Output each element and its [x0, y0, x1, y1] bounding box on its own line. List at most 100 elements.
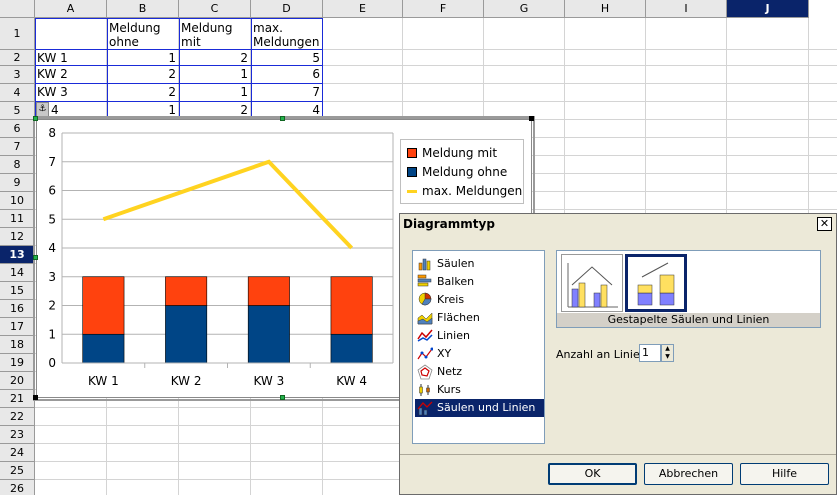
row-header-5[interactable]: 5 [0, 102, 35, 120]
help-button[interactable]: Hilfe [740, 463, 829, 485]
variant-stacked-columns-lines[interactable] [625, 254, 687, 312]
legend-label-ohne: Meldung ohne [422, 165, 508, 179]
select-all-corner[interactable] [0, 0, 35, 18]
legend-item-max: max. Meldungen [407, 184, 522, 198]
chart-type-item[interactable]: Flächen [415, 308, 544, 326]
row-header-10[interactable]: 10 [0, 192, 35, 210]
resize-handle-l[interactable] [33, 255, 38, 260]
resize-handle-bl[interactable] [33, 395, 38, 400]
resize-handle-tr[interactable] [529, 116, 534, 121]
row-header-2[interactable]: 2 [0, 50, 35, 66]
table-cell[interactable]: 1 [107, 51, 178, 66]
table-cell[interactable]: 2 [107, 85, 178, 102]
lines-count-spinner[interactable]: ▲ ▼ [661, 344, 674, 362]
row-header-18[interactable]: 18 [0, 336, 35, 354]
table-cell[interactable]: 2 [179, 103, 250, 120]
cancel-button[interactable]: Abbrechen [644, 463, 733, 485]
ok-button[interactable]: OK [548, 463, 637, 485]
row-header-26[interactable]: 26 [0, 480, 35, 495]
column-header-e[interactable]: E [323, 0, 403, 18]
chart-type-label: Kurs [437, 383, 461, 397]
column-header-h[interactable]: H [565, 0, 646, 18]
chart-type-item[interactable]: Säulen [415, 254, 544, 272]
dialog-title: Diagrammtyp [400, 214, 836, 234]
row-header-15[interactable]: 15 [0, 282, 35, 300]
column-header-a[interactable]: A [35, 0, 107, 18]
row-header-22[interactable]: 22 [0, 408, 35, 426]
y-tick-label: 8 [48, 126, 56, 140]
column-header-b[interactable]: B [107, 0, 179, 18]
row-header-20[interactable]: 20 [0, 372, 35, 390]
chart-type-item[interactable]: Säulen und Linien [415, 398, 544, 417]
row-header-17[interactable]: 17 [0, 318, 35, 336]
table-cell[interactable]: 6 [251, 67, 322, 84]
pie-chart-icon [417, 291, 437, 307]
table-cell[interactable]: KW 3 [35, 85, 106, 102]
lines-count-input[interactable]: 1 [639, 344, 661, 362]
close-icon[interactable]: ✕ [817, 217, 832, 231]
row-header-1[interactable]: 1 [0, 18, 35, 50]
chart-variant-panel[interactable]: Gestapelte Säulen und Linien [556, 250, 821, 328]
row-header-11[interactable]: 11 [0, 210, 35, 228]
table-cell[interactable]: 5 [251, 51, 322, 66]
anchor-icon[interactable]: ⚓ [36, 102, 49, 117]
row-header-7[interactable]: 7 [0, 138, 35, 156]
row-header-12[interactable]: 12 [0, 228, 35, 246]
chart-type-dialog[interactable]: Diagrammtyp ✕ Säulen Balken Kreis Flächen Li… [399, 213, 837, 495]
chart-type-item[interactable]: XY [415, 345, 544, 363]
variant-caption: Gestapelte Säulen und Linien [557, 313, 820, 327]
table-cell[interactable]: 1 [179, 85, 250, 102]
stacked-columns-and-lines-variant-icon [637, 262, 675, 306]
net-chart-icon [417, 364, 437, 380]
row-header-8[interactable]: 8 [0, 156, 35, 174]
column-header-g[interactable]: G [484, 0, 565, 18]
chart-type-label: XY [437, 347, 452, 360]
chart-type-item[interactable]: Balken [415, 272, 544, 290]
row-header-13[interactable]: 13 [0, 246, 35, 264]
x-tick-label: KW 3 [253, 374, 284, 388]
chart-type-item[interactable]: Kurs [415, 381, 544, 399]
table-cell[interactable]: 2 [107, 67, 178, 84]
column-header-d[interactable]: D [251, 0, 323, 18]
chart-type-item[interactable]: Linien [415, 326, 544, 344]
row-header-4[interactable]: 4 [0, 84, 35, 102]
table-cell[interactable]: 7 [251, 85, 322, 102]
row-header-14[interactable]: 14 [0, 264, 35, 282]
chart-type-list[interactable]: Säulen Balken Kreis Flächen Linien XY Netz Kurs… [412, 250, 545, 444]
y-tick-label: 3 [48, 270, 56, 284]
y-tick-label: 7 [48, 155, 56, 169]
cell-header-2[interactable]: Meldung mit [179, 19, 250, 49]
chart-type-label: Netz [437, 365, 463, 379]
row-header-19[interactable]: 19 [0, 354, 35, 372]
row-header-16[interactable]: 16 [0, 300, 35, 318]
column-header-f[interactable]: F [403, 0, 484, 18]
table-cell[interactable]: 1 [179, 67, 250, 84]
table-cell[interactable]: 1 [107, 103, 178, 120]
table-cell[interactable]: 2 [179, 51, 250, 66]
row-header-23[interactable]: 23 [0, 426, 35, 444]
column-header-i[interactable]: I [646, 0, 727, 18]
row-header-25[interactable]: 25 [0, 462, 35, 480]
cell-header-3[interactable]: max. Meldungen [251, 19, 322, 49]
row-header-9[interactable]: 9 [0, 174, 35, 192]
table-cell[interactable]: KW 2 [35, 67, 106, 84]
chart-type-item[interactable]: Kreis [415, 290, 544, 308]
bar-segment [330, 276, 373, 335]
row-header-3[interactable]: 3 [0, 66, 35, 84]
legend-item-mit: Meldung mit [407, 146, 497, 160]
variant-columns-lines[interactable] [561, 254, 623, 312]
chart-type-item[interactable]: Netz [415, 363, 544, 381]
cell-header-1[interactable]: Meldung ohne [107, 19, 178, 49]
table-cell[interactable]: 4 [251, 103, 322, 120]
resize-handle-tl[interactable] [33, 116, 38, 121]
resize-handle-b[interactable] [280, 395, 285, 400]
column-header-j[interactable]: J [727, 0, 809, 18]
table-cell[interactable]: 4 [49, 103, 106, 120]
resize-handle-t[interactable] [280, 116, 285, 121]
row-header-21[interactable]: 21 [0, 390, 35, 408]
table-cell[interactable]: KW 1 [35, 51, 106, 66]
row-header-24[interactable]: 24 [0, 444, 35, 462]
row-header-6[interactable]: 6 [0, 120, 35, 138]
column-header-c[interactable]: C [179, 0, 251, 18]
cell-header-0[interactable] [35, 19, 106, 49]
